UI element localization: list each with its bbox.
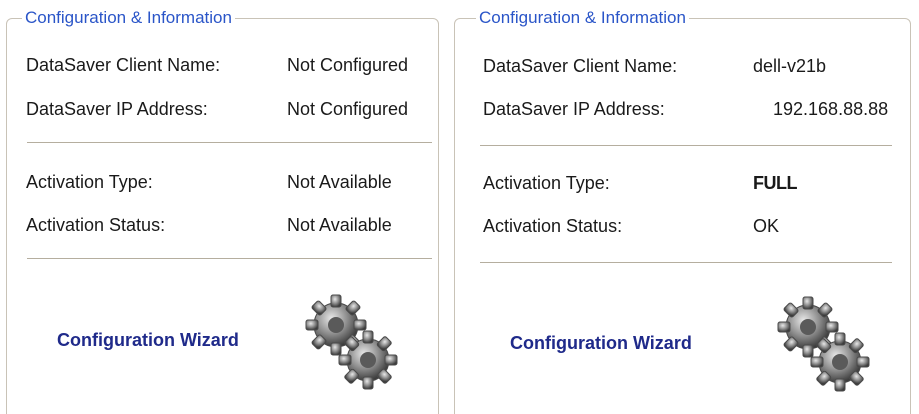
ip-address-value: 192.168.88.88 (773, 99, 889, 119)
client-name-value: Not Configured (287, 55, 409, 75)
configuration-wizard-link[interactable]: Configuration Wizard (57, 330, 239, 351)
activation-type-label: Activation Type: (483, 173, 610, 193)
client-name-label: DataSaver Client Name: (483, 56, 678, 76)
client-name-label: DataSaver Client Name: (26, 55, 221, 75)
groupbox-legend: Configuration & Information (476, 8, 689, 28)
activation-type-label: Activation Type: (26, 172, 153, 192)
groupbox-legend: Configuration & Information (22, 8, 235, 28)
ip-address-label: DataSaver IP Address: (483, 99, 665, 119)
ip-address-value: Not Configured (287, 99, 409, 119)
activation-status-label: Activation Status: (26, 215, 166, 235)
separator (480, 262, 892, 263)
gears-icon[interactable] (300, 292, 400, 392)
client-name-value: dell-v21b (753, 56, 827, 76)
separator (27, 142, 432, 143)
activation-type-value: FULL (753, 173, 797, 193)
activation-status-value: OK (753, 216, 780, 236)
configuration-wizard-link[interactable]: Configuration Wizard (510, 333, 692, 354)
separator (27, 258, 432, 259)
gears-icon[interactable] (772, 294, 872, 394)
config-info-panel-left: Configuration & Information DataSaver Cl… (0, 0, 445, 414)
config-info-panel-right: Configuration & Information DataSaver Cl… (452, 0, 919, 414)
activation-status-value: Not Available (287, 215, 392, 235)
activation-status-label: Activation Status: (483, 216, 623, 236)
config-info-screen: Configuration & Information DataSaver Cl… (0, 0, 919, 414)
ip-address-label: DataSaver IP Address: (26, 99, 208, 119)
separator (480, 145, 892, 146)
activation-type-value: Not Available (287, 172, 392, 192)
